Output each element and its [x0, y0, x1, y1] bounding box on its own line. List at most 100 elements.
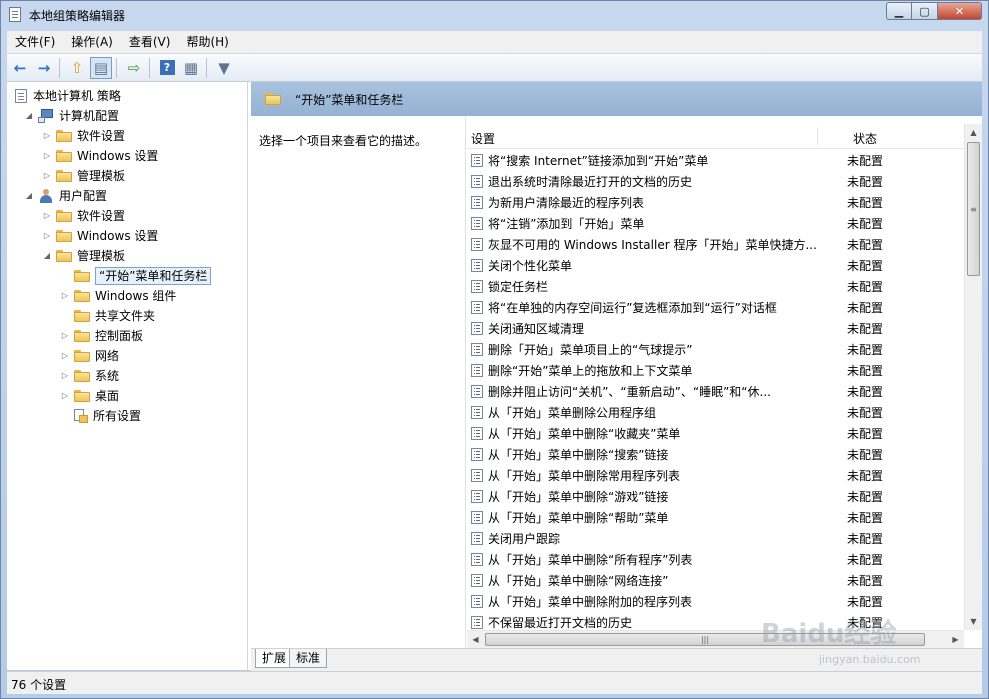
expanded-arrow-icon[interactable]: ◢: [41, 250, 53, 262]
setting-name: 删除并阻止访问“关机”、“重新启动”、“睡眠”和“休...: [488, 385, 771, 399]
table-row[interactable]: 锁定任务栏 未配置: [467, 276, 964, 297]
setting-state: 未配置: [847, 490, 884, 504]
collapsed-arrow-icon[interactable]: ▷: [59, 370, 71, 382]
back-button[interactable]: ←: [9, 57, 31, 79]
show-hide-tree-button[interactable]: ▤: [90, 56, 112, 79]
tree-item[interactable]: ▷ 软件设置: [41, 206, 125, 226]
tree-item[interactable]: 共享文件夹: [59, 306, 155, 326]
collapsed-arrow-icon[interactable]: ▷: [41, 150, 53, 162]
table-row[interactable]: 灰显不可用的 Windows Installer 程序「开始」菜单快捷方... 未…: [467, 234, 964, 255]
table-row[interactable]: 从「开始」菜单中删除“所有程序”列表 未配置: [467, 549, 964, 570]
table-row[interactable]: 将“注销”添加到「开始」菜单 未配置: [467, 213, 964, 234]
filter-button[interactable]: ▼: [213, 57, 235, 79]
table-row[interactable]: 从「开始」菜单中删除“帮助”菜单 未配置: [467, 507, 964, 528]
table-row[interactable]: 从「开始」菜单中删除“搜索”链接 未配置: [467, 444, 964, 465]
toolbar-separator: [116, 57, 117, 78]
table-row[interactable]: 从「开始」菜单中删除“网络连接” 未配置: [467, 570, 964, 591]
column-header-setting[interactable]: 设置: [471, 130, 495, 147]
tree-item[interactable]: ▷ Windows 设置: [41, 146, 158, 166]
column-header-state[interactable]: 状态: [853, 130, 877, 147]
vertical-scroll-thumb[interactable]: ≡: [967, 142, 980, 276]
setting-name: 从「开始」菜单中删除“搜索”链接: [488, 448, 669, 462]
table-row[interactable]: 从「开始」菜单中删除附加的程序列表 未配置: [467, 591, 964, 612]
tree-item[interactable]: 所有设置: [59, 406, 141, 426]
table-row[interactable]: 将“搜索 Internet”链接添加到“开始”菜单 未配置: [467, 150, 964, 171]
status-text: 76 个设置: [11, 678, 67, 692]
scroll-left-icon[interactable]: ◀: [467, 631, 484, 648]
menu-item[interactable]: 文件(F): [7, 32, 63, 52]
expanded-arrow-icon[interactable]: ◢: [23, 110, 35, 122]
menu-item[interactable]: 操作(A): [63, 32, 121, 52]
scroll-down-icon[interactable]: ▼: [965, 613, 982, 630]
column-divider[interactable]: [817, 127, 818, 145]
collapsed-arrow-icon[interactable]: ▷: [41, 170, 53, 182]
table-row[interactable]: 删除“开始”菜单上的拖放和上下文菜单 未配置: [467, 360, 964, 381]
forward-button[interactable]: →: [33, 57, 55, 79]
vertical-scrollbar[interactable]: ▲ ≡ ▼: [964, 124, 982, 630]
tree-item[interactable]: ▷ 管理模板: [41, 166, 125, 186]
tree-item[interactable]: ▷ Windows 设置: [41, 226, 158, 246]
policy-setting-icon: [471, 427, 483, 440]
setting-name: 将“搜索 Internet”链接添加到“开始”菜单: [488, 154, 709, 168]
tree-item[interactable]: ▷ 软件设置: [41, 126, 125, 146]
tree-item[interactable]: ▷ 系统: [59, 366, 119, 386]
policy-setting-icon: [471, 196, 483, 209]
policy-setting-icon: [471, 154, 483, 167]
table-row[interactable]: 关闭个性化菜单 未配置: [467, 255, 964, 276]
tree-item[interactable]: ▷ 桌面: [59, 386, 119, 406]
menu-bar: 文件(F) 操作(A) 查看(V) 帮助(H): [7, 31, 982, 54]
tree-item[interactable]: ▷ 控制面板: [59, 326, 143, 346]
collapsed-arrow-icon[interactable]: ▷: [41, 130, 53, 142]
policy-setting-icon: [471, 406, 483, 419]
tree-item[interactable]: ▷ 网络: [59, 346, 119, 366]
table-row[interactable]: 从「开始」菜单中删除“游戏”链接 未配置: [467, 486, 964, 507]
tree-item[interactable]: 本地计算机 策略: [13, 86, 121, 106]
collapsed-arrow-icon[interactable]: ▷: [41, 230, 53, 242]
collapsed-arrow-icon[interactable]: ▷: [59, 290, 71, 302]
table-row[interactable]: 从「开始」菜单中删除“收藏夹”菜单 未配置: [467, 423, 964, 444]
table-row[interactable]: 删除「开始」菜单项目上的“气球提示” 未配置: [467, 339, 964, 360]
setting-state: 未配置: [847, 427, 884, 441]
table-row[interactable]: 删除并阻止访问“关机”、“重新启动”、“睡眠”和“休... 未配置: [467, 381, 964, 402]
folder-icon: [74, 370, 90, 382]
expanded-arrow-icon[interactable]: ◢: [23, 190, 35, 202]
policy-setting-icon: [471, 574, 483, 587]
tree-item[interactable]: ◢ 管理模板: [41, 246, 125, 266]
up-folder-button[interactable]: ⇧: [66, 57, 88, 79]
export-list-button[interactable]: ⇨: [123, 57, 145, 79]
tree-item[interactable]: ▷ Windows 组件: [59, 286, 176, 306]
table-row[interactable]: 从「开始」菜单中删除常用程序列表 未配置: [467, 465, 964, 486]
tab-extended[interactable]: 扩展: [255, 649, 294, 668]
tree-item[interactable]: “开始”菜单和任务栏: [59, 266, 212, 286]
close-button[interactable]: ✕: [938, 2, 982, 20]
tab-standard[interactable]: 标准: [289, 649, 328, 668]
title-bar[interactable]: 本地组策略编辑器 ▁ ▢ ✕: [1, 1, 988, 29]
tree-item[interactable]: ◢ 计算机配置: [23, 106, 119, 126]
collapsed-arrow-icon[interactable]: ▷: [59, 330, 71, 342]
collapsed-arrow-icon[interactable]: ▷: [59, 350, 71, 362]
table-row[interactable]: 为新用户清除最近的程序列表 未配置: [467, 192, 964, 213]
collapsed-arrow-icon[interactable]: ▷: [59, 390, 71, 402]
table-row[interactable]: 关闭通知区域清理 未配置: [467, 318, 964, 339]
toolbar-separator: [59, 57, 60, 78]
table-row[interactable]: 关闭用户跟踪 未配置: [467, 528, 964, 549]
maximize-button[interactable]: ▢: [912, 2, 938, 20]
collapsed-arrow-icon[interactable]: ▷: [41, 210, 53, 222]
table-row[interactable]: 退出系统时清除最近打开的文档的历史 未配置: [467, 171, 964, 192]
properties-button[interactable]: ▦: [180, 57, 202, 79]
tree-item-label: 共享文件夹: [95, 309, 156, 323]
scroll-up-icon[interactable]: ▲: [965, 124, 982, 141]
minimize-button[interactable]: ▁: [886, 2, 912, 20]
menu-item[interactable]: 查看(V): [121, 32, 179, 52]
tree-item[interactable]: ◢ 用户配置: [23, 186, 107, 206]
scroll-right-icon[interactable]: ▶: [947, 631, 964, 648]
table-row[interactable]: 将“在单独的内存空间运行”复选框添加到“运行”对话框 未配置: [467, 297, 964, 318]
help-button[interactable]: ?: [156, 57, 178, 79]
details-pane: “开始”菜单和任务栏 选择一个项目来查看它的描述。 设置 状态 将“搜索 Int…: [251, 82, 982, 671]
menu-item[interactable]: 帮助(H): [178, 32, 236, 52]
tree-item-label: Windows 组件: [95, 289, 177, 303]
help-icon: ?: [159, 60, 175, 75]
table-row[interactable]: 从「开始」菜单删除公用程序组 未配置: [467, 402, 964, 423]
policy-setting-icon: [471, 490, 483, 503]
list-header: 设置 状态: [467, 124, 964, 149]
